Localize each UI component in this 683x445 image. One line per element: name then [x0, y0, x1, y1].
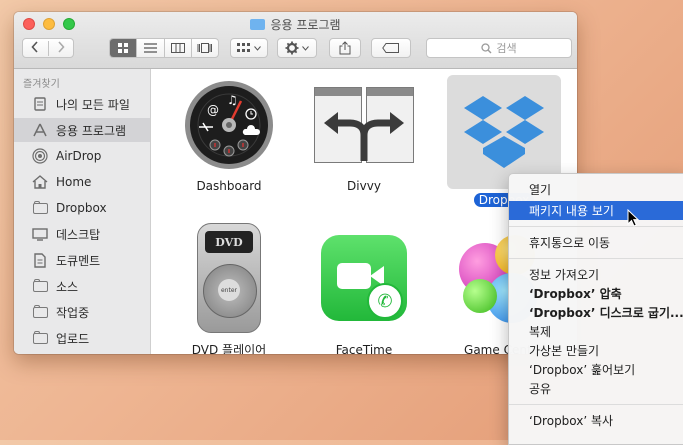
- columns-icon: [170, 43, 185, 53]
- sidebar-item-label: Home: [56, 175, 92, 189]
- menu-item-open[interactable]: 열기: [509, 180, 683, 199]
- sidebar-item-label: 업로드: [56, 331, 90, 346]
- list-icon: [143, 43, 157, 53]
- dashboard-icon: @ ♫: [179, 75, 279, 175]
- app-item-dvd-player[interactable]: DVD enter DVD 플레이어: [170, 217, 288, 354]
- menu-item-make-alias[interactable]: 가상본 만들기: [509, 341, 683, 360]
- gear-icon: [285, 41, 299, 55]
- desktop-icon: [32, 227, 48, 241]
- sidebar-item-label: Dropbox: [56, 201, 107, 215]
- sidebar-item-dropbox[interactable]: Dropbox: [14, 196, 150, 220]
- sidebar-item-airdrop[interactable]: AirDrop: [14, 144, 150, 168]
- share-button[interactable]: [329, 38, 361, 58]
- sidebar-item-sources[interactable]: 소스: [14, 274, 150, 298]
- mouse-pointer-icon: [627, 209, 639, 227]
- menu-item-compress[interactable]: ‘Dropbox’ 압축: [509, 284, 683, 303]
- back-button[interactable]: [23, 40, 49, 56]
- arrange-icon: [237, 43, 250, 52]
- sidebar-item-upload[interactable]: 업로드: [14, 326, 150, 350]
- documents-icon: [32, 252, 48, 268]
- chevron-down-icon: [254, 45, 261, 51]
- nav-buttons: [22, 38, 74, 58]
- svg-text:♫: ♫: [227, 93, 238, 107]
- folder-icon: [32, 330, 48, 345]
- divvy-icon: [314, 75, 414, 175]
- sidebar-item-documents[interactable]: 도큐멘트: [14, 248, 150, 272]
- cover-flow-icon: [197, 43, 212, 53]
- sidebar-item-all-files[interactable]: 나의 모든 파일: [14, 92, 150, 116]
- view-mode-control: [109, 38, 219, 58]
- sidebar-item-label: 응용 프로그램: [56, 123, 127, 138]
- svg-text:@: @: [207, 103, 219, 117]
- app-item-label: Divvy: [347, 179, 381, 193]
- menu-item-get-info[interactable]: 정보 가져오기: [509, 265, 683, 284]
- sidebar-item-desktop[interactable]: 데스크탑: [14, 222, 150, 246]
- sidebar-item-label: 소스: [56, 279, 79, 294]
- menu-item-duplicate[interactable]: 복제: [509, 322, 683, 341]
- home-icon: [32, 175, 48, 189]
- window-title: 응용 프로그램: [14, 16, 577, 33]
- menu-item-show-package-contents[interactable]: 패키지 내용 보기: [509, 201, 683, 220]
- tag-icon: [382, 43, 399, 53]
- search-icon: [481, 42, 492, 53]
- action-button[interactable]: [277, 38, 317, 58]
- context-menu: 열기 패키지 내용 보기 휴지통으로 이동 정보 가져오기 ‘Dropbox’ …: [508, 173, 683, 445]
- toolbar: 검색: [14, 38, 577, 60]
- forward-button[interactable]: [49, 40, 74, 56]
- sidebar-item-label: 나의 모든 파일: [56, 97, 130, 112]
- title-bar: 응용 프로그램 검색: [14, 12, 577, 69]
- facetime-icon: ✆: [314, 217, 414, 339]
- arrange-button[interactable]: [230, 38, 268, 58]
- dvd-enter-label: enter: [218, 279, 240, 301]
- sidebar-item-home[interactable]: Home: [14, 170, 150, 194]
- phone-icon: ✆: [367, 283, 403, 319]
- app-item-label: Dashboard: [196, 179, 262, 193]
- menu-separator: [509, 258, 683, 259]
- dropbox-icon: [447, 75, 561, 189]
- dvd-logo: DVD: [205, 231, 253, 253]
- app-item-divvy[interactable]: Divvy: [305, 75, 423, 194]
- app-item-dashboard[interactable]: @ ♫ Dashboard: [170, 75, 288, 194]
- grid-icon: [117, 42, 128, 53]
- sidebar-item-applications[interactable]: 응용 프로그램: [14, 118, 150, 142]
- sidebar-item-label: 작업중: [56, 305, 90, 320]
- finder-window: 응용 프로그램 검색 즐겨찾기 나의 모든 파일 응용 프로그램 AirDrop…: [14, 12, 577, 354]
- sidebar-item-label: AirDrop: [56, 149, 102, 163]
- sidebar-item-label: 도큐멘트: [56, 253, 101, 268]
- app-item-label: DVD 플레이어: [191, 343, 267, 354]
- dvd-player-icon: DVD enter: [179, 217, 279, 339]
- share-icon: [339, 41, 351, 55]
- chevron-down-icon: [302, 45, 309, 51]
- window-title-text: 응용 프로그램: [270, 18, 341, 32]
- folder-icon: [250, 19, 266, 30]
- chevron-left-icon: [31, 40, 38, 53]
- menu-separator: [509, 404, 683, 405]
- menu-separator: [509, 226, 683, 227]
- sidebar: 즐겨찾기 나의 모든 파일 응용 프로그램 AirDrop Home Dropb…: [14, 69, 151, 354]
- menu-item-copy[interactable]: ‘Dropbox’ 복사: [509, 411, 683, 430]
- sidebar-item-label: 데스크탑: [56, 227, 101, 242]
- folder-icon: [32, 200, 48, 215]
- app-item-label: FaceTime: [335, 343, 393, 354]
- menu-item-move-to-trash[interactable]: 휴지통으로 이동: [509, 233, 683, 252]
- folder-icon: [32, 304, 48, 319]
- list-view-button[interactable]: [137, 39, 165, 57]
- search-field[interactable]: 검색: [426, 38, 572, 58]
- search-placeholder: 검색: [496, 42, 517, 55]
- folder-icon: [32, 278, 48, 293]
- menu-item-quick-look[interactable]: ‘Dropbox’ 훑어보기: [509, 360, 683, 379]
- airdrop-icon: [32, 148, 48, 164]
- tags-button[interactable]: [371, 38, 411, 58]
- app-item-facetime[interactable]: ✆ FaceTime: [305, 217, 423, 354]
- menu-item-share[interactable]: 공유: [509, 379, 683, 398]
- all-files-icon: [32, 97, 48, 111]
- sidebar-item-work[interactable]: 작업중: [14, 300, 150, 324]
- cover-flow-button[interactable]: [192, 39, 218, 57]
- column-view-button[interactable]: [165, 39, 192, 57]
- applications-icon: [32, 123, 48, 137]
- icon-view-button[interactable]: [110, 39, 138, 57]
- menu-item-burn-to-disc[interactable]: ‘Dropbox’ 디스크로 굽기...: [509, 303, 683, 322]
- sidebar-section-favorites: 즐겨찾기: [23, 79, 60, 90]
- chevron-right-icon: [58, 40, 65, 53]
